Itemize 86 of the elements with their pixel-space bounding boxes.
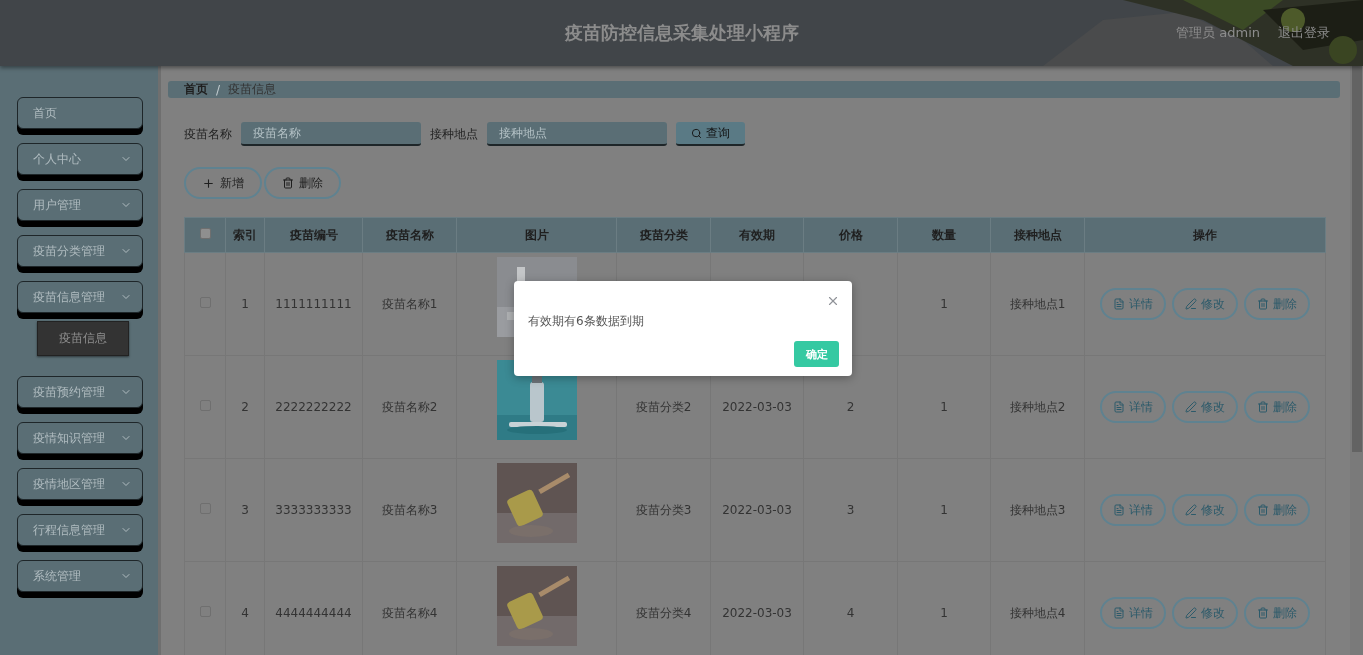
table-cell: 疫苗分类4	[635, 605, 692, 620]
trash-icon	[1257, 504, 1269, 516]
table-cell: 1	[940, 400, 948, 414]
table-cell: 3	[241, 503, 249, 517]
pen-icon	[1185, 298, 1197, 310]
confirm-button[interactable]: 确定	[794, 341, 839, 367]
document-icon	[1113, 401, 1125, 413]
breadcrumb-separator: /	[216, 82, 221, 97]
table-cell: 疫苗分类2	[635, 399, 692, 414]
column-header: 接种地点	[990, 217, 1085, 253]
table-cell: 2022-03-03	[722, 503, 792, 517]
table-cell: 接种地点3	[1009, 502, 1066, 517]
app-title: 疫苗防控信息采集处理小程序	[564, 21, 799, 45]
plus-icon	[202, 176, 215, 190]
table-cell: 1	[241, 297, 249, 311]
admin-user-label: 管理员 admin	[1176, 24, 1260, 42]
edit-button[interactable]: 修改	[1172, 391, 1238, 423]
table-cell: 2022-03-03	[722, 400, 792, 414]
column-header: 有效期	[710, 217, 804, 253]
column-header: 索引	[225, 217, 265, 253]
trash-icon	[1257, 607, 1269, 619]
table-cell: 接种地点2	[1009, 399, 1066, 414]
breadcrumb-item: 疫苗信息	[228, 81, 277, 98]
checkbox[interactable]	[199, 228, 211, 239]
delete-button[interactable]: 删除	[264, 167, 341, 199]
details-button[interactable]: 详情	[1100, 288, 1166, 320]
edit-button[interactable]: 修改	[1172, 494, 1238, 526]
delete-button[interactable]: 删除	[1244, 391, 1310, 423]
add-button[interactable]: 新增	[184, 167, 262, 199]
search-icon	[691, 127, 702, 139]
table-cell: 1	[940, 297, 948, 311]
table-cell: 4444444444	[275, 606, 352, 620]
table-cell: 疫苗名称1	[381, 296, 438, 311]
pen-icon	[1185, 607, 1197, 619]
document-icon	[1113, 504, 1125, 516]
table-cell: 疫苗分类3	[635, 502, 692, 517]
details-button[interactable]: 详情	[1100, 494, 1166, 526]
table-cell: 接种地点1	[1009, 296, 1066, 311]
trash-icon	[1257, 401, 1269, 413]
column-header: 价格	[803, 217, 898, 253]
dialog-message: 有效期有6条数据到期	[528, 313, 644, 330]
trash-icon	[1257, 298, 1269, 310]
table-cell: 1	[940, 606, 948, 620]
pen-icon	[1185, 504, 1197, 516]
table-cell: 4	[846, 606, 855, 620]
document-icon	[1113, 607, 1125, 619]
table-cell: 疫苗名称4	[381, 605, 438, 620]
pen-icon	[1185, 401, 1197, 413]
table-cell: 疫苗名称2	[381, 399, 438, 414]
close-button[interactable]	[826, 294, 840, 308]
table-cell: 1111111111	[275, 297, 352, 311]
table-cell: 4	[241, 606, 249, 620]
search-field[interactable]: 接种地点	[487, 122, 667, 146]
search-button[interactable]: 查询	[676, 122, 745, 146]
column-header: 疫苗编号	[264, 217, 363, 253]
column-header: 疫苗名称	[362, 217, 457, 253]
scrollbar[interactable]	[1350, 66, 1363, 655]
breadcrumb-item[interactable]: 首页	[184, 81, 208, 98]
edit-button[interactable]: 修改	[1172, 597, 1238, 629]
table-cell: 1	[940, 503, 948, 517]
sidebar-subitem[interactable]: 疫苗信息	[37, 321, 129, 356]
table-cell: 2222222222	[275, 400, 352, 414]
delete-button[interactable]: 删除	[1244, 288, 1310, 320]
column-header: 操作	[1084, 217, 1326, 253]
search-field[interactable]: 疫苗名称	[241, 122, 421, 146]
column-header: 疫苗分类	[616, 217, 711, 253]
table-cell: 3	[846, 503, 855, 517]
delete-button[interactable]: 删除	[1244, 597, 1310, 629]
field-label: 疫苗名称	[184, 125, 232, 143]
table-cell: 2	[846, 400, 855, 414]
table-cell: 2022-03-03	[722, 606, 792, 620]
table-cell: 接种地点4	[1009, 605, 1066, 620]
details-button[interactable]: 详情	[1100, 391, 1166, 423]
logout-link[interactable]: 退出登录	[1278, 24, 1330, 42]
details-button[interactable]: 详情	[1100, 597, 1166, 629]
document-icon	[1113, 298, 1125, 310]
table-cell: 2	[241, 400, 249, 414]
column-header: 图片	[456, 217, 617, 253]
delete-button[interactable]: 删除	[1244, 494, 1310, 526]
table-cell: 3333333333	[275, 503, 352, 517]
column-header: 数量	[897, 217, 991, 253]
trash-icon	[282, 177, 294, 189]
table-cell: 疫苗名称3	[381, 502, 438, 517]
edit-button[interactable]: 修改	[1172, 288, 1238, 320]
field-label: 接种地点	[430, 125, 478, 143]
scrollbar-thumb[interactable]	[1352, 66, 1362, 452]
